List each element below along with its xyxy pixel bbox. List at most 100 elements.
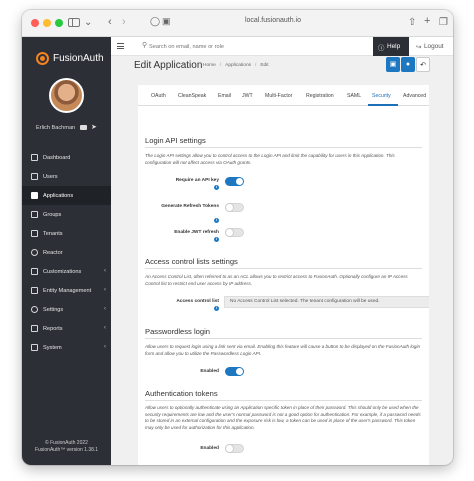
chart-icon xyxy=(31,325,38,332)
tab-jwt[interactable]: JWT xyxy=(242,93,253,99)
require-api-key-label: Require an API key xyxy=(175,178,219,183)
entity-icon xyxy=(31,287,38,294)
applications-icon xyxy=(31,192,38,199)
url-text: local.fusionauth.io xyxy=(244,17,302,24)
enable-jwt-refresh-label: Enable JWT refresh xyxy=(174,230,219,235)
sidebar-item-dashboard[interactable]: Dashboard xyxy=(22,148,111,167)
chevron-left-icon: ‹ xyxy=(104,268,106,274)
sidebar-item-applications[interactable]: Applications xyxy=(22,186,111,205)
browser-toolbar: ⌄ ‹ › ◯ ▣ local.fusionauth.io ⇧ + ❐ xyxy=(22,10,453,37)
passwordless-description: Allow users to request login using a lin… xyxy=(145,344,421,356)
save-button[interactable]: ▣ xyxy=(386,57,400,72)
tab-multi-factor[interactable]: Multi-Factor xyxy=(265,93,292,99)
generate-refresh-tokens-toggle[interactable] xyxy=(225,203,244,212)
tab-registration[interactable]: Registration xyxy=(306,93,334,99)
new-tab-icon[interactable]: + xyxy=(424,14,430,28)
login-api-description: The Login API settings allow you to cont… xyxy=(145,153,395,165)
passwordless-title: Passwordless login xyxy=(145,327,210,336)
sidebar-item-customizations[interactable]: Customizations ‹ xyxy=(22,262,111,281)
users-icon xyxy=(31,173,38,180)
address-bar[interactable]: ◯ ▣ local.fusionauth.io xyxy=(150,15,396,31)
sidebar-item-entity-management[interactable]: Entity Management ‹ xyxy=(22,281,111,300)
sidebar-item-reactor[interactable]: Reactor xyxy=(22,243,111,262)
sidebar-menu: Dashboard Users Applications Groups Tenants R… xyxy=(22,148,111,357)
user-name: Erlich Bachman xyxy=(36,125,76,131)
sidebar-item-label: Tenants xyxy=(43,231,63,237)
sidebar-item-label: Dashboard xyxy=(43,155,71,161)
cancel-button[interactable]: ↶ xyxy=(416,57,430,72)
divider xyxy=(145,400,422,401)
menu-icon[interactable] xyxy=(117,43,124,49)
sidebar-toggle-icon[interactable] xyxy=(68,18,80,27)
auth-tokens-toggle[interactable] xyxy=(225,444,244,453)
passwordless-toggle[interactable] xyxy=(225,367,244,376)
divider xyxy=(145,338,422,339)
tenants-icon xyxy=(31,230,38,237)
enable-jwt-refresh-toggle[interactable] xyxy=(225,228,244,237)
info-icon[interactable]: i xyxy=(214,306,219,311)
info-icon[interactable]: i xyxy=(214,185,219,190)
zoom-window-button[interactable] xyxy=(55,19,63,27)
sidebar-item-label: Entity Management xyxy=(43,288,92,294)
tab-oauth[interactable]: OAuth xyxy=(151,93,166,99)
sidebar: FusionAuth Erlich Bachman ➤ Dashboard Use… xyxy=(22,37,111,465)
help-icon: ⓘ xyxy=(378,45,385,52)
minimize-window-button[interactable] xyxy=(43,19,51,27)
info-icon[interactable]: i xyxy=(214,237,219,242)
auth-tokens-enabled-label: Enabled xyxy=(200,446,219,451)
copyright: © FusionAuth 2022 xyxy=(45,440,88,446)
view-button[interactable]: ● xyxy=(401,57,415,72)
search-input[interactable] xyxy=(149,41,329,52)
sidebar-item-tenants[interactable]: Tenants xyxy=(22,224,111,243)
breadcrumb: Home / Applications / Edit xyxy=(203,63,269,68)
active-tab-indicator xyxy=(368,104,398,106)
sidebar-item-reports[interactable]: Reports ‹ xyxy=(22,319,111,338)
id-card-icon[interactable] xyxy=(80,125,87,130)
navigate-icon[interactable]: ➤ xyxy=(91,123,97,131)
version: FusionAuth™ version 1.38.1 xyxy=(34,447,99,453)
close-window-button[interactable] xyxy=(31,19,39,27)
sidebar-item-users[interactable]: Users xyxy=(22,167,111,186)
sidebar-footer: © FusionAuth 2022 FusionAuth™ version 1.… xyxy=(22,440,111,454)
breadcrumb-home[interactable]: Home xyxy=(203,63,216,68)
chevron-left-icon: ‹ xyxy=(104,287,106,293)
help-button[interactable]: ⓘ Help xyxy=(373,37,409,56)
generate-refresh-tokens-label: Generate Refresh Tokens xyxy=(161,204,219,209)
tab-bar: OAuth CleanSpeak Email JWT Multi-Factor Regis… xyxy=(138,85,429,106)
sidebar-item-groups[interactable]: Groups xyxy=(22,205,111,224)
code-icon xyxy=(31,268,38,275)
browser-window: ⌄ ‹ › ◯ ▣ local.fusionauth.io ⇧ + ❐ Fusi… xyxy=(22,10,453,465)
tab-email[interactable]: Email xyxy=(218,93,231,99)
require-api-key-toggle[interactable] xyxy=(225,177,244,186)
acl-selected-value: No Access Control List selected. The ten… xyxy=(230,299,380,304)
sidebar-item-settings[interactable]: Settings ‹ xyxy=(22,300,111,319)
divider xyxy=(145,268,422,269)
tab-security[interactable]: Security xyxy=(372,93,391,99)
sidebar-item-system[interactable]: System ‹ xyxy=(22,338,111,357)
acl-select[interactable]: No Access Control List selected. The ten… xyxy=(224,296,429,308)
chevron-down-icon[interactable]: ⌄ xyxy=(84,16,92,30)
save-icon: ▣ xyxy=(389,61,397,68)
forward-icon[interactable]: › xyxy=(122,15,126,29)
info-icon[interactable]: i xyxy=(214,218,219,223)
acl-title: Access control lists settings xyxy=(145,257,238,266)
tab-saml[interactable]: SAML xyxy=(347,93,361,99)
logout-icon: ↪ xyxy=(416,44,422,51)
auth-tokens-title: Authentication tokens xyxy=(145,389,218,398)
tab-cleanspeak[interactable]: CleanSpeak xyxy=(178,93,206,99)
sidebar-item-label: System xyxy=(43,345,62,351)
breadcrumb-edit: Edit xyxy=(260,63,269,68)
avatar[interactable] xyxy=(49,78,84,113)
sidebar-item-label: Settings xyxy=(43,307,64,313)
breadcrumb-applications[interactable]: Applications xyxy=(225,63,251,68)
tab-advanced[interactable]: Advanced xyxy=(403,93,426,99)
sidebar-item-label: Users xyxy=(43,174,58,180)
sidebar-item-label: Reactor xyxy=(43,250,63,256)
back-icon[interactable]: ‹ xyxy=(108,15,112,29)
undo-icon: ↶ xyxy=(420,62,426,69)
top-bar: ⚲ ⓘ Help ↪ Logout xyxy=(111,37,453,56)
logout-button[interactable]: ↪ Logout xyxy=(413,37,453,56)
tab-overview-icon[interactable]: ❐ xyxy=(439,16,448,30)
page-title: Edit Application xyxy=(134,60,203,71)
share-icon[interactable]: ⇧ xyxy=(408,16,416,30)
